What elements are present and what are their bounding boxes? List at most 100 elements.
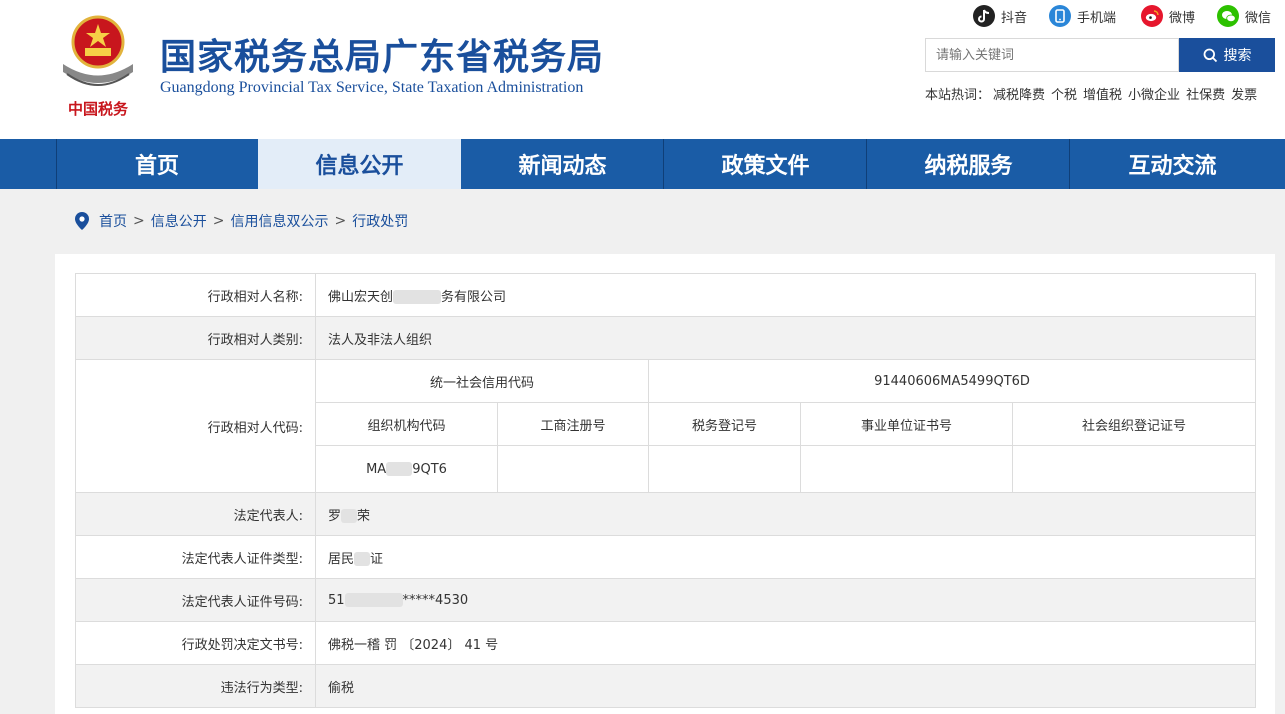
tax-emblem-logo[interactable]: 中国税务	[55, 12, 141, 122]
table-row: 法定代表人证件号码: 51 *****4530	[75, 578, 1257, 622]
id-number-label: 法定代表人证件号码:	[75, 578, 316, 622]
table-row: 法定代表人证件类型: 居民证	[75, 535, 1257, 579]
breadcrumb-admin-penalty[interactable]: 行政处罚	[352, 211, 408, 231]
weibo-icon	[1141, 5, 1163, 27]
nav-item-interaction[interactable]: 互动交流	[1070, 139, 1275, 189]
hot-keyword[interactable]: 个税	[1051, 88, 1077, 103]
business-reg-value	[497, 445, 649, 493]
id-type-part: 证	[370, 551, 384, 567]
code-label: 行政相对人代码:	[75, 359, 316, 493]
social-douyin-label: 抖音	[1001, 10, 1028, 26]
decision-number-value: 佛税一稽 罚 〔2024〕 41 号	[314, 621, 1257, 665]
wechat-icon	[1217, 5, 1239, 27]
penalty-record-table: 行政相对人名称: 佛山宏天创 务有限公司 行政相对人类别: 法人及非法人组织 行政…	[75, 273, 1257, 708]
category-value: 法人及非法人组织	[314, 316, 1257, 360]
breadcrumb-home[interactable]: 首页	[99, 211, 127, 231]
violation-type-label: 违法行为类型:	[75, 664, 316, 708]
table-row: 法定代表人: 罗荣	[75, 492, 1257, 536]
search-button-label: 搜索	[1223, 48, 1252, 64]
hot-keyword[interactable]: 小微企业	[1128, 88, 1180, 103]
nav-divider	[663, 139, 664, 189]
id-number-value: 51 *****4530	[314, 578, 1257, 622]
main-nav: 首页 信息公开 新闻动态 政策文件 纳税服务 互动交流	[0, 139, 1285, 189]
legal-rep-part: 罗	[328, 508, 342, 524]
table-row: 违法行为类型: 偷税	[75, 664, 1257, 708]
breadcrumb-info-disclosure[interactable]: 信息公开	[151, 211, 207, 231]
hot-keyword[interactable]: 发票	[1231, 88, 1257, 103]
nav-divider	[56, 139, 57, 189]
table-row: 行政相对人代码: 统一社会信用代码 91440606MA5499QT6D	[75, 359, 1257, 493]
breadcrumb: 首页 > 信息公开 > 信用信息双公示 > 行政处罚	[75, 210, 408, 232]
hot-keywords: 本站热词： 减税降费 个税 增值税 小微企业 社保费 发票	[925, 86, 1270, 106]
usc-value: 91440606MA5499QT6D	[647, 359, 1257, 403]
org-code-part: 9QT6	[412, 461, 447, 477]
social-weibo-link[interactable]: 微博	[1141, 5, 1195, 27]
social-douyin-link[interactable]: 抖音	[973, 5, 1027, 27]
social-weibo-label: 微博	[1169, 10, 1196, 26]
org-code-header: 组织机构代码	[315, 402, 498, 446]
hot-keyword[interactable]: 减税降费	[993, 88, 1045, 103]
legal-rep-value: 罗荣	[314, 492, 1257, 536]
search-button[interactable]: 搜索	[1179, 38, 1275, 72]
social-mobile-link[interactable]: 手机端	[1049, 5, 1116, 27]
social-mobile-label: 手机端	[1077, 10, 1117, 26]
table-row: 行政相对人名称: 佛山宏天创 务有限公司	[75, 273, 1257, 317]
violation-type-value: 偷税	[314, 664, 1257, 708]
hot-keyword[interactable]: 增值税	[1083, 88, 1122, 103]
breadcrumb-separator: >	[133, 213, 145, 229]
breadcrumb-separator: >	[334, 213, 347, 229]
nav-divider	[1069, 139, 1070, 189]
site-title-en: Guangdong Provincial Tax Service, State …	[160, 79, 584, 96]
site-title-cn[interactable]: 国家税务总局广东省税务局	[160, 28, 604, 80]
douyin-icon	[973, 5, 995, 27]
nav-item-info-disclosure[interactable]: 信息公开	[258, 139, 461, 189]
location-pin-icon	[75, 212, 89, 230]
id-type-value: 居民证	[314, 535, 1257, 579]
category-label: 行政相对人类别:	[75, 316, 316, 360]
redaction-mask	[354, 552, 371, 566]
id-number-part: *****4530	[402, 592, 469, 608]
redaction-mask	[341, 509, 358, 523]
name-value-part: 佛山宏天创	[328, 289, 394, 305]
id-type-part: 居民	[328, 551, 355, 567]
search-icon	[1203, 48, 1217, 62]
table-row: 行政处罚决定文书号: 佛税一稽 罚 〔2024〕 41 号	[75, 621, 1257, 665]
social-org-cert-header: 社会组织登记证号	[1011, 402, 1257, 446]
institution-cert-header: 事业单位证书号	[800, 402, 1013, 446]
social-wechat-label: 微信	[1245, 10, 1272, 26]
search-input[interactable]	[925, 38, 1179, 72]
nav-item-policy[interactable]: 政策文件	[664, 139, 867, 189]
decision-number-label: 行政处罚决定文书号:	[75, 621, 316, 665]
id-number-part: 51	[328, 592, 345, 608]
table-row: 行政相对人类别: 法人及非法人组织	[75, 316, 1257, 360]
social-org-cert-value	[1011, 445, 1257, 493]
id-type-label: 法定代表人证件类型:	[75, 535, 316, 579]
name-value: 佛山宏天创 务有限公司	[314, 273, 1257, 317]
tax-reg-value	[648, 445, 801, 493]
mobile-icon	[1049, 5, 1071, 27]
site-header: 中国税务 国家税务总局广东省税务局 Guangdong Provincial T…	[0, 0, 1285, 140]
tax-reg-header: 税务登记号	[648, 402, 801, 446]
emblem-text: 中国税务	[68, 100, 129, 118]
business-reg-header: 工商注册号	[497, 402, 649, 446]
nav-item-home[interactable]: 首页	[56, 139, 258, 189]
legal-rep-label: 法定代表人:	[75, 492, 316, 536]
breadcrumb-separator: >	[212, 213, 225, 229]
name-label: 行政相对人名称:	[75, 273, 316, 317]
hot-keywords-label: 本站热词：	[925, 88, 991, 103]
redaction-mask	[386, 462, 413, 476]
redaction-mask	[344, 593, 403, 607]
nav-item-tax-service[interactable]: 纳税服务	[867, 139, 1070, 189]
org-code-value: MA 9QT6	[315, 445, 498, 493]
nav-divider	[866, 139, 867, 189]
breadcrumb-credit-info[interactable]: 信用信息双公示	[230, 211, 328, 231]
legal-rep-part: 荣	[357, 508, 371, 524]
social-wechat-link[interactable]: 微信	[1217, 5, 1271, 27]
name-value-part: 务有限公司	[441, 289, 507, 305]
org-code-part: MA	[366, 461, 387, 477]
usc-header: 统一社会信用代码	[315, 359, 649, 403]
redaction-mask	[393, 290, 442, 304]
hot-keyword[interactable]: 社保费	[1186, 88, 1225, 103]
nav-item-news[interactable]: 新闻动态	[461, 139, 664, 189]
institution-cert-value	[800, 445, 1013, 493]
